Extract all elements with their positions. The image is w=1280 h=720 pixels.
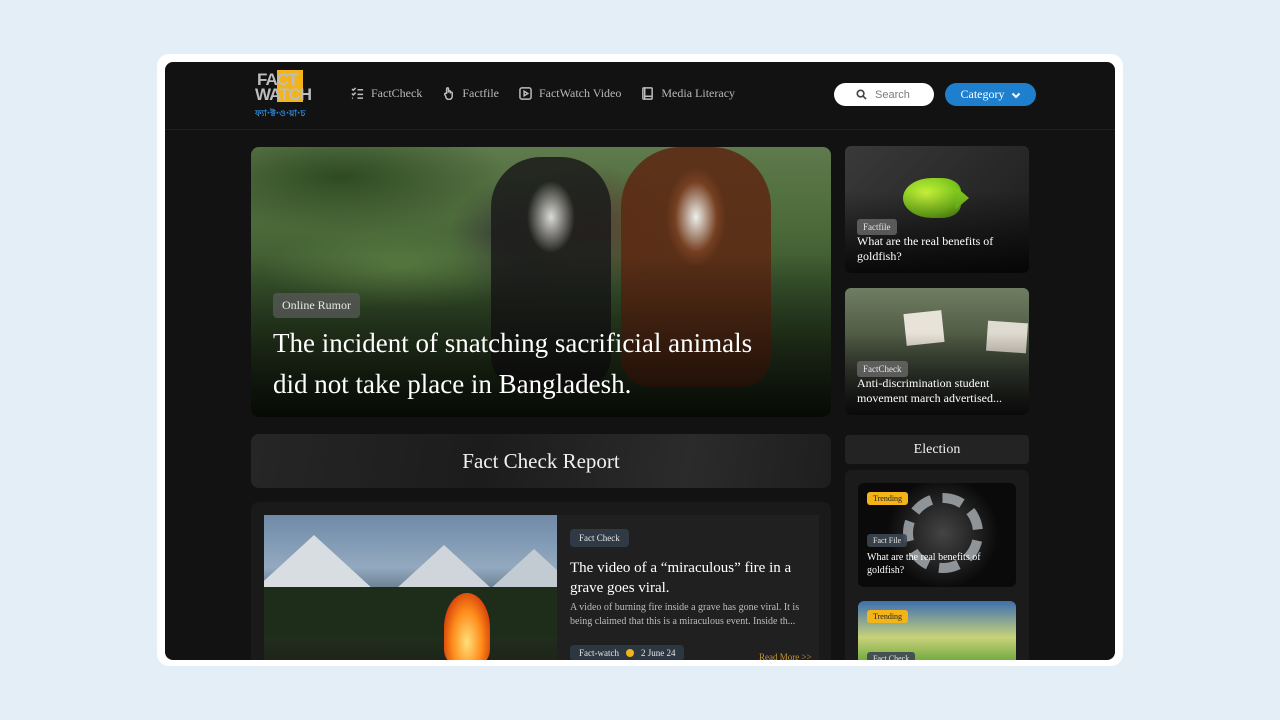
app-window: FACT WATCH ফ্যা·ক্ট·ও·য়া·চ FactCheck Fa…: [165, 62, 1115, 660]
nav-item-factfile[interactable]: Factfile: [442, 86, 499, 101]
article-card[interactable]: Fact Check The video of a “miraculous” f…: [251, 502, 831, 660]
category-label: Category: [960, 87, 1005, 101]
nav-item-media-literacy[interactable]: Media Literacy: [641, 86, 735, 101]
logo-line-2: WATCH: [255, 85, 312, 104]
section-title: Fact Check Report: [462, 448, 620, 473]
nav-item-factwatch-video[interactable]: FactWatch Video: [519, 86, 621, 101]
article-meta: Fact-watch 2 June 24: [570, 645, 685, 660]
article-content: Fact Check The video of a “miraculous” f…: [557, 515, 819, 660]
election-list: Trending Fact File What are the real ben…: [845, 470, 1029, 660]
logo-bengali-text: ফ্যা·ক্ট·ও·য়া·চ: [255, 109, 306, 119]
category-dropdown-button[interactable]: Category: [945, 83, 1036, 106]
chevron-down-icon: [1011, 92, 1020, 98]
hero-title[interactable]: The incident of snatching sacrificial an…: [273, 323, 793, 405]
trending-badge: Trending: [867, 610, 909, 623]
search-icon: [856, 89, 867, 100]
nav-label: FactWatch Video: [538, 86, 622, 100]
election-card[interactable]: Trending Fact File What are the real ben…: [858, 483, 1016, 587]
nav-label: FactCheck: [371, 86, 423, 100]
search-placeholder: Search: [875, 88, 910, 101]
checklist-icon: [351, 87, 364, 99]
hero-story-card[interactable]: Online Rumor The incident of snatching s…: [251, 147, 831, 417]
read-more-link[interactable]: Read More >>: [759, 652, 812, 660]
nav-label: Media Literacy: [661, 86, 736, 100]
side-card-caption: Anti-discrimination student movement mar…: [857, 376, 1002, 405]
election-card-tag: Fact Check: [867, 652, 916, 660]
article-category-tag[interactable]: Fact Check: [570, 529, 629, 547]
article-date: 2 June 24: [640, 648, 676, 658]
section-title: Election: [913, 441, 961, 457]
separator-dot-icon: [625, 649, 634, 657]
election-section-heading: Election: [845, 435, 1029, 464]
forest-shape: [264, 587, 557, 637]
side-card-tag: Factfile: [857, 219, 897, 235]
election-card[interactable]: Trending Fact Check: [858, 601, 1016, 660]
article-image-campfire: [264, 515, 557, 660]
side-story-card-protest[interactable]: FactCheck Anti-discrimination student mo…: [845, 288, 1029, 415]
campfire-shape: [444, 593, 490, 660]
article-title[interactable]: The video of a “miraculous” fire in a gr…: [570, 558, 815, 598]
hero-category-badge[interactable]: Online Rumor: [273, 293, 360, 318]
pointer-hand-icon: [444, 87, 454, 100]
mountain-shape: [264, 535, 374, 590]
election-card-tag: Fact File: [867, 534, 908, 547]
election-card-caption: What are the real benefits of goldfish?: [867, 552, 981, 576]
article-source: Fact-watch: [579, 648, 619, 658]
trending-badge: Trending: [867, 492, 909, 505]
side-story-card-goldfish[interactable]: Factfile What are the real benefits of g…: [845, 146, 1029, 273]
nav-item-factcheck[interactable]: FactCheck: [351, 86, 422, 101]
factwatch-logo[interactable]: FACT WATCH ফ্যা·ক্ট·ও·য়া·চ: [255, 70, 321, 120]
top-header: FACT WATCH ফ্যা·ক্ট·ও·য়া·চ FactCheck Fa…: [165, 62, 1115, 130]
side-card-caption: What are the real benefits of goldfish?: [857, 234, 994, 263]
play-icon: [519, 87, 532, 100]
article-description: A video of burning fire inside a grave h…: [570, 602, 800, 627]
side-card-tag: FactCheck: [857, 361, 908, 377]
search-input[interactable]: Search: [834, 83, 934, 106]
fact-check-report-banner: Fact Check Report: [251, 434, 831, 488]
book-icon: [642, 87, 654, 100]
main-nav: FactCheck Factfile FactWatch Video Media…: [351, 86, 735, 101]
nav-label: Factfile: [462, 86, 499, 100]
